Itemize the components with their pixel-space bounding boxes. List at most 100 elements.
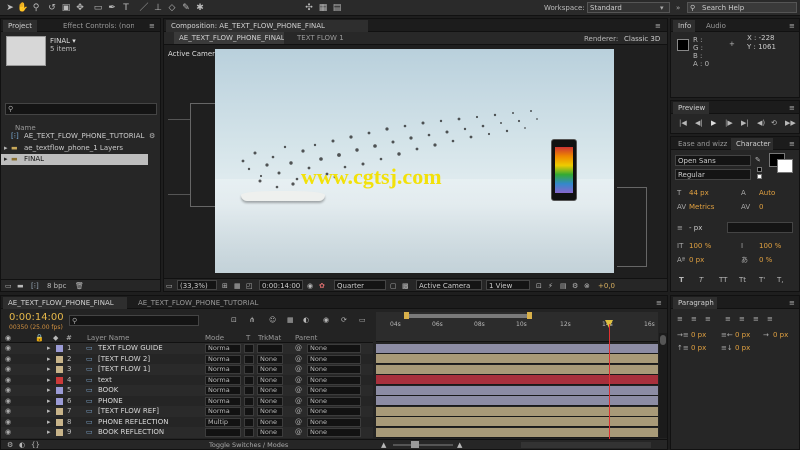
renderer-value[interactable]: Classic 3D: [624, 34, 660, 44]
visibility-eye-icon[interactable]: ◉: [5, 427, 11, 437]
trkmat-select[interactable]: None: [257, 417, 283, 427]
layer-name-header[interactable]: Layer Name: [87, 333, 129, 343]
camera-view-select[interactable]: Active Camera: [416, 280, 482, 290]
stroke-width-value[interactable]: - px: [689, 223, 702, 233]
black-swatch[interactable]: [757, 167, 762, 172]
t-header[interactable]: T: [246, 333, 250, 343]
layer-mode-select[interactable]: Norma: [205, 354, 241, 364]
visibility-eye-icon[interactable]: ◉: [5, 385, 11, 395]
grid-icon[interactable]: ▦: [234, 281, 241, 291]
pickwhip-icon[interactable]: @: [295, 364, 302, 374]
trkmat-select[interactable]: None: [257, 365, 283, 374]
layer-row[interactable]: ◉ ▸ 8 ▭ PHONE REFLECTION Multip None @ None: [1, 416, 373, 427]
in-out-panes-icon[interactable]: {}: [31, 440, 40, 450]
current-time-field[interactable]: 0:00:14:00: [259, 280, 303, 290]
fast-previews-icon[interactable]: ⚡: [548, 281, 553, 291]
layer-duration-bar[interactable]: [376, 406, 658, 417]
timeline-icon[interactable]: ▤: [560, 281, 567, 291]
panel-menu-icon[interactable]: ≡: [789, 103, 795, 113]
frame-blending-icon[interactable]: ▦: [287, 315, 294, 325]
pickwhip-icon[interactable]: @: [295, 385, 302, 395]
parent-select[interactable]: None: [307, 375, 361, 385]
layer-name[interactable]: [TEXT FLOW 1]: [98, 364, 150, 374]
white-swatch[interactable]: [757, 174, 762, 179]
label-color-swatch[interactable]: [56, 355, 63, 363]
local-axis-icon[interactable]: ✣: [303, 2, 315, 14]
preserve-transparency-toggle[interactable]: [244, 417, 254, 427]
pan-behind-tool-icon[interactable]: ✥: [74, 2, 86, 14]
timeline-horizontal-scrollbar[interactable]: [521, 442, 651, 448]
font-family-select[interactable]: Open Sans: [675, 155, 751, 166]
motion-blur-icon[interactable]: ◐: [303, 315, 309, 325]
layer-row[interactable]: ◉ ▸ 6 ▭ PHONE Norma None @ None: [1, 395, 373, 406]
layer-search-input[interactable]: ⚲: [69, 315, 199, 326]
subtab-text-flow-1[interactable]: TEXT FLOW 1: [292, 32, 350, 44]
superscript-button[interactable]: T': [759, 275, 765, 285]
bpc-label[interactable]: 8 bpc: [47, 281, 66, 291]
work-area-end-handle[interactable]: [527, 312, 532, 319]
view-axis-icon[interactable]: ▤: [331, 2, 343, 14]
disclosure-triangle-icon[interactable]: ▸: [47, 354, 51, 364]
interpret-footage-icon[interactable]: ▭: [5, 281, 12, 291]
workspace-select[interactable]: Standard: [587, 2, 670, 13]
layer-mode-select[interactable]: Norma: [205, 396, 241, 406]
av-features-icon[interactable]: ◉: [5, 333, 11, 343]
pickwhip-icon[interactable]: @: [295, 396, 302, 406]
preserve-transparency-toggle[interactable]: [244, 344, 254, 353]
eyedropper-icon[interactable]: ✎: [755, 155, 761, 165]
mute-audio-icon[interactable]: ◀): [757, 118, 765, 128]
label-color-swatch[interactable]: [56, 418, 63, 426]
label-color-swatch[interactable]: [56, 429, 63, 436]
pickwhip-icon[interactable]: @: [295, 427, 302, 437]
region-of-interest-icon[interactable]: ▢: [390, 281, 397, 291]
disclosure-triangle-icon[interactable]: ▸: [4, 154, 8, 164]
scrollbar-thumb[interactable]: [660, 335, 666, 345]
type-tool-icon[interactable]: T: [120, 2, 132, 14]
tab-project[interactable]: Project: [3, 20, 37, 32]
layer-duration-bar[interactable]: [376, 343, 658, 354]
tab-info[interactable]: Info: [673, 20, 695, 32]
layer-name[interactable]: [TEXT FLOW 2]: [98, 354, 150, 364]
disclosure-triangle-icon[interactable]: ▸: [47, 385, 51, 395]
parent-select[interactable]: None: [307, 417, 361, 427]
tab-audio[interactable]: Audio: [701, 20, 729, 32]
trkmat-select[interactable]: None: [257, 428, 283, 437]
layer-name[interactable]: BOOK: [98, 385, 118, 395]
tab-paragraph[interactable]: Paragraph: [673, 297, 717, 309]
layer-duration-bar[interactable]: [376, 354, 658, 364]
parent-select[interactable]: None: [307, 386, 361, 395]
time-ruler[interactable]: 04s 06s 08s 10s 12s 14s 16s: [376, 312, 658, 334]
new-folder-icon[interactable]: ▬: [17, 281, 24, 291]
trkmat-select[interactable]: None: [257, 396, 283, 406]
tab-timeline-tutorial[interactable]: AE_TEXT_FLOW_PHONE_TUTORIAL: [133, 297, 263, 309]
zoom-in-icon[interactable]: ▲: [457, 440, 462, 450]
kerning-value[interactable]: Metrics: [689, 202, 714, 212]
panel-menu-icon[interactable]: ≡: [149, 21, 155, 31]
layer-row[interactable]: ◉ ▸ 4 ▭ text Norma None @ None: [1, 374, 373, 385]
panel-menu-icon[interactable]: ≡: [789, 298, 795, 308]
disclosure-triangle-icon[interactable]: ▸: [4, 143, 8, 153]
brush-tool-icon[interactable]: ／: [138, 2, 150, 14]
layer-row[interactable]: ◉ ▸ 9 ▭ BOOK REFLECTION None @ None: [1, 427, 373, 438]
visibility-eye-icon[interactable]: ◉: [5, 375, 11, 385]
layer-name[interactable]: PHONE: [98, 396, 123, 406]
pickwhip-icon[interactable]: @: [295, 343, 302, 353]
previous-frame-icon[interactable]: ◀|: [695, 118, 703, 128]
resolution-select[interactable]: Quarter: [334, 280, 386, 290]
eraser-tool-icon[interactable]: ◇: [166, 2, 178, 14]
justify-all-icon[interactable]: ≡: [767, 314, 773, 324]
font-size-value[interactable]: 44 px: [689, 188, 709, 198]
selection-tool-icon[interactable]: ➤: [4, 2, 16, 14]
layer-name[interactable]: BOOK REFLECTION: [98, 427, 164, 437]
layer-duration-bar[interactable]: [376, 375, 658, 385]
label-color-swatch[interactable]: [56, 397, 63, 405]
panel-menu-icon[interactable]: ≡: [656, 298, 662, 308]
pickwhip-icon[interactable]: @: [295, 375, 302, 385]
reset-exposure-icon[interactable]: ⊗: [584, 281, 590, 291]
rectangle-tool-icon[interactable]: ▭: [92, 2, 104, 14]
justify-left-icon[interactable]: ≡: [725, 314, 731, 324]
toggle-pixel-aspect-icon[interactable]: ⊡: [536, 281, 542, 291]
indent-right-value[interactable]: 0 px: [735, 330, 750, 340]
label-color-swatch[interactable]: [56, 345, 63, 352]
disclosure-triangle-icon[interactable]: ▸: [47, 375, 51, 385]
